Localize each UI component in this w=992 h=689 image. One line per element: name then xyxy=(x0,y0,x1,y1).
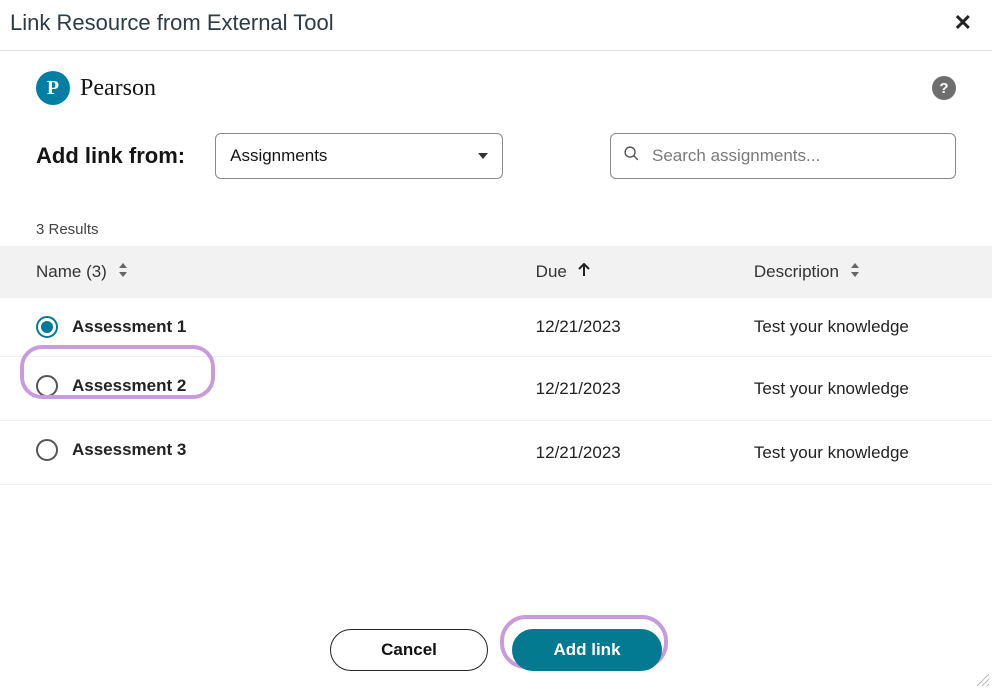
footer-actions: Cancel Add link xyxy=(0,629,992,671)
help-icon[interactable]: ? xyxy=(932,76,956,100)
results-count: 3 Results xyxy=(36,221,956,238)
modal-title: Link Resource from External Tool xyxy=(10,10,334,36)
brand-name: Pearson xyxy=(80,75,156,102)
search-icon xyxy=(623,145,640,167)
column-header-description[interactable]: Description xyxy=(754,246,992,298)
due-date: 12/21/2023 xyxy=(536,357,754,421)
search-input[interactable] xyxy=(650,145,943,167)
sort-icon xyxy=(850,265,860,280)
column-header-due[interactable]: Due xyxy=(536,246,754,298)
modal-titlebar: Link Resource from External Tool ✕ xyxy=(0,0,992,51)
assessment-name: Assessment 2 xyxy=(72,376,186,396)
add-link-button[interactable]: Add link xyxy=(512,629,662,671)
add-link-from-label: Add link from: xyxy=(36,143,185,169)
close-icon[interactable]: ✕ xyxy=(948,10,978,36)
search-field-wrapper[interactable] xyxy=(610,133,956,179)
brand-logo: P Pearson xyxy=(36,71,156,105)
sort-asc-icon xyxy=(578,265,590,280)
results-table: Name (3) Due Description xyxy=(0,246,992,485)
sort-icon xyxy=(118,265,128,280)
chevron-down-icon xyxy=(478,153,488,159)
table-row[interactable]: Assessment 1 12/21/2023 Test your knowle… xyxy=(0,298,992,357)
cancel-button[interactable]: Cancel xyxy=(330,629,488,671)
assessment-name: Assessment 1 xyxy=(72,317,186,337)
due-date: 12/21/2023 xyxy=(536,421,754,485)
table-row[interactable]: Assessment 2 12/21/2023 Test your knowle… xyxy=(0,357,992,421)
source-dropdown-value: Assignments xyxy=(230,146,327,166)
radio-button[interactable] xyxy=(36,316,58,338)
due-date: 12/21/2023 xyxy=(536,298,754,357)
pearson-logo-icon: P xyxy=(36,71,70,105)
source-dropdown[interactable]: Assignments xyxy=(215,133,503,179)
assessment-name: Assessment 3 xyxy=(72,440,186,460)
description-text: Test your knowledge xyxy=(754,298,992,357)
radio-button[interactable] xyxy=(36,375,58,397)
description-text: Test your knowledge xyxy=(754,421,992,485)
radio-button[interactable] xyxy=(36,439,58,461)
column-header-name[interactable]: Name (3) xyxy=(0,246,536,298)
resize-grip-icon[interactable] xyxy=(974,671,990,687)
description-text: Test your knowledge xyxy=(754,357,992,421)
table-row[interactable]: Assessment 3 12/21/2023 Test your knowle… xyxy=(0,421,992,485)
